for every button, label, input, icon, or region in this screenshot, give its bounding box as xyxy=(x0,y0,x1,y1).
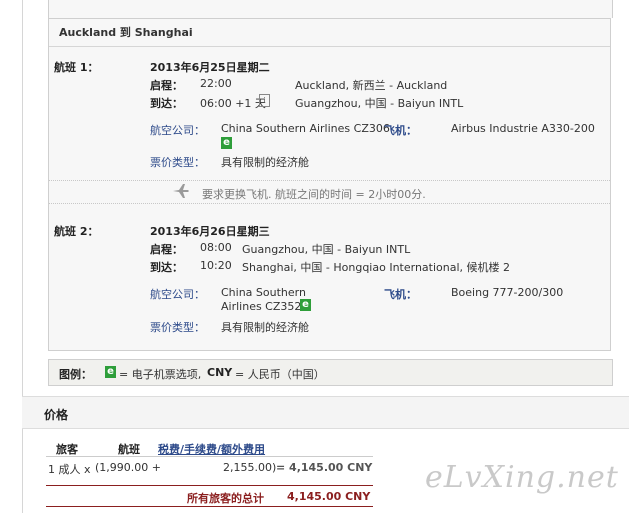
flight-1-depart-time: 22:00 xyxy=(200,77,232,90)
price-header: 价格 xyxy=(22,396,629,429)
flight-1-airline: China Southern Airlines CZ306 xyxy=(221,122,390,135)
flight-2-arrive-place: Shanghai, 中国 - Hongqiao International, 候… xyxy=(242,261,511,274)
flight-1-date: 2013年6月25日星期二 xyxy=(150,61,270,74)
top-strip xyxy=(48,0,613,18)
row-fees: 2,155.00) xyxy=(223,461,277,474)
legend-cny-code: CNY xyxy=(207,366,233,379)
total-label: 所有旅客的总计 xyxy=(187,492,264,505)
total-line-top xyxy=(46,485,373,486)
divider xyxy=(49,203,610,204)
e-ticket-icon: e xyxy=(221,137,232,149)
itinerary-panel: Auckland 到 Shanghai 航班 1： 2013年6月25日星期二 … xyxy=(48,18,611,351)
flight-1-aircraft: Airbus Industrie A330-200 xyxy=(451,122,595,135)
flight-2-depart-time: 08:00 xyxy=(200,241,232,254)
flight-1-arrive-place: Guangzhou, 中国 - Baiyun INTL xyxy=(295,97,464,110)
flight-1-aircraft-label: 飞机： xyxy=(384,124,417,137)
legend-e-text: = 电子机票选项, xyxy=(119,368,202,381)
flight-2-arrive-time: 10:20 xyxy=(200,259,232,272)
watermark-logo: eLvXing.net xyxy=(425,460,619,495)
info-icon[interactable]: i xyxy=(259,94,270,107)
flight-2-airline-line1: China Southern xyxy=(221,286,306,299)
flight-2-aircraft: Boeing 777-200/300 xyxy=(451,286,564,299)
flight-1-depart-place: Auckland, 新西兰 - Auckland xyxy=(295,79,448,92)
total-value: 4,145.00 CNY xyxy=(287,490,371,503)
flight-2-date: 2013年6月26日星期三 xyxy=(150,225,270,238)
flight-2-label: 航班 2： xyxy=(54,225,99,238)
flight-1-arrive-time: 06:00 +1 天 xyxy=(200,97,266,110)
row-passenger: 1 成人 x xyxy=(48,463,91,476)
flight-1-arrive-label: 到达： xyxy=(150,97,183,110)
flight-2-arrive-label: 到达： xyxy=(150,261,183,274)
col-flight: 航班 xyxy=(118,443,140,456)
col-passenger: 旅客 xyxy=(56,443,78,456)
flight-2-fare: 具有限制的经济舱 xyxy=(221,321,309,334)
plane-icon xyxy=(172,182,190,203)
total-line-bottom xyxy=(46,506,373,507)
table-divider xyxy=(46,456,373,457)
legend-cny-text: = 人民币（中国） xyxy=(235,368,325,381)
connection-note: 要求更换飞机. 航班之间的时间 = 2小时00分. xyxy=(202,188,426,201)
flight-1-fare: 具有限制的经济舱 xyxy=(221,156,309,169)
flight-2-depart-place: Guangzhou, 中国 - Baiyun INTL xyxy=(242,243,411,256)
flight-2-aircraft-label: 飞机： xyxy=(384,288,417,301)
flight-1-label: 航班 1： xyxy=(54,61,99,74)
flight-1-fare-label: 票价类型： xyxy=(150,156,205,169)
flight-1-airline-label: 航空公司： xyxy=(150,124,205,137)
legend-bar: 图例： e = 电子机票选项, CNY = 人民币（中国） xyxy=(48,359,613,386)
row-flight: (1,990.00 + xyxy=(95,461,161,474)
fees-link[interactable]: 税费/手续费/额外费用 xyxy=(158,441,265,457)
e-ticket-icon: e xyxy=(105,366,116,378)
flight-2-airline-line2: Airlines CZ3523 xyxy=(221,300,309,313)
legend-label: 图例： xyxy=(59,368,92,381)
price-title: 价格 xyxy=(44,408,69,422)
flight-2-depart-label: 启程： xyxy=(150,243,183,256)
flight-2-airline-label: 航空公司： xyxy=(150,288,205,301)
row-total: = 4,145.00 CNY xyxy=(276,461,373,474)
route-title: Auckland 到 Shanghai xyxy=(49,19,610,47)
e-ticket-icon: e xyxy=(300,299,311,311)
divider xyxy=(49,180,610,181)
flight-1-depart-label: 启程： xyxy=(150,79,183,92)
flight-2-fare-label: 票价类型： xyxy=(150,321,205,334)
